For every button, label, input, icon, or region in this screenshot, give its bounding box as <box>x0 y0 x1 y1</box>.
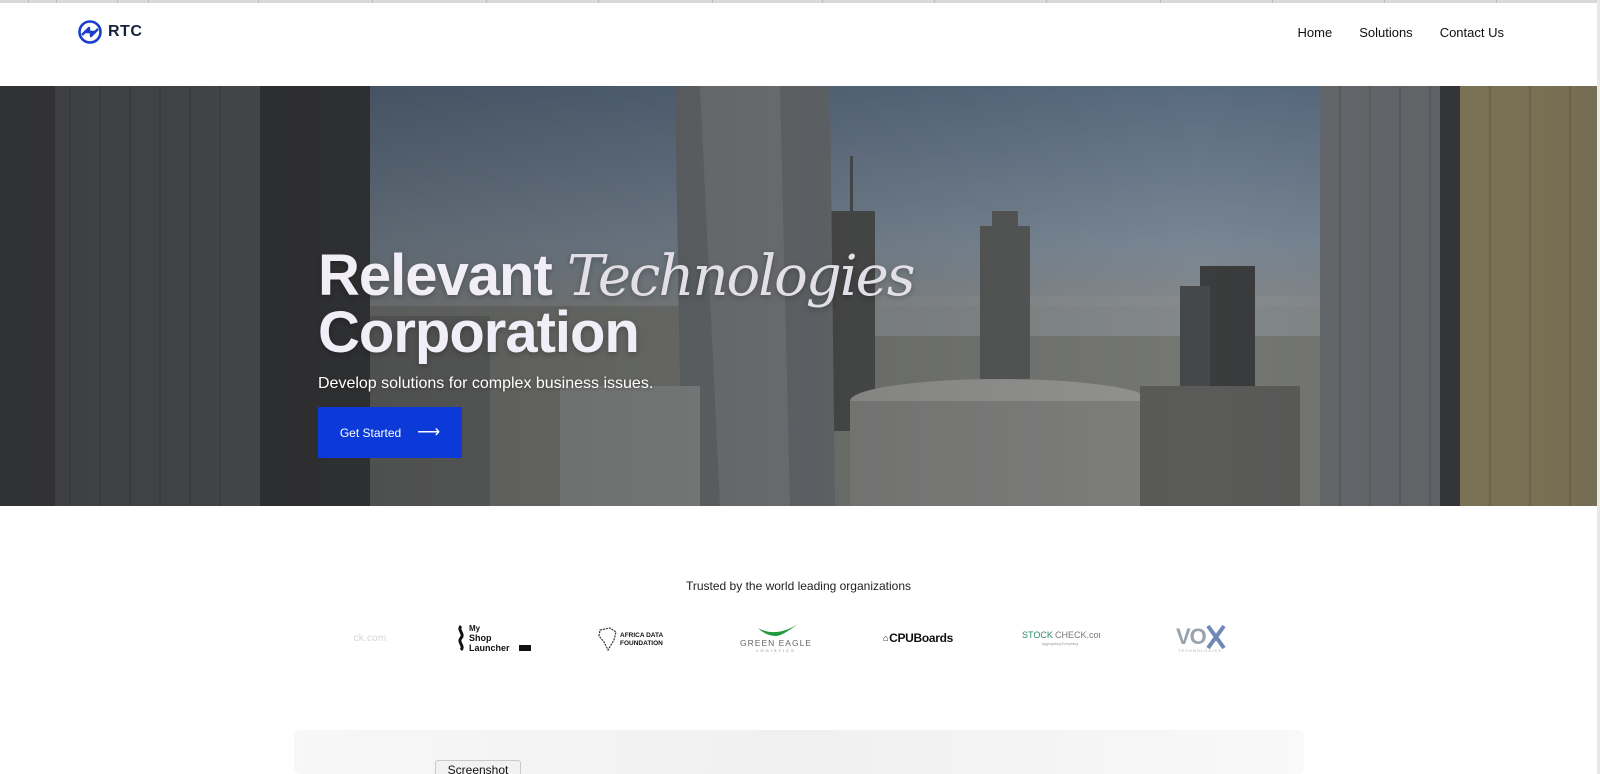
green-eagle-logo: GREEN EAGLE LOGISTICS <box>736 618 816 658</box>
svg-text:TECHNOLOGIES: TECHNOLOGIES <box>1178 648 1222 653</box>
screenshot-tab[interactable]: Screenshot <box>435 760 521 774</box>
nav-contact-us[interactable]: Contact Us <box>1440 25 1504 40</box>
cpuboards-logo: ⌂ CPUBoards <box>882 631 954 645</box>
cpu-icon: ⌂ <box>882 633 889 643</box>
get-started-button[interactable]: Get Started ⟶ <box>318 407 462 458</box>
svg-text:GREEN EAGLE: GREEN EAGLE <box>740 638 812 648</box>
brand-name: RTC <box>108 23 143 40</box>
rtc-logo-icon <box>78 20 102 44</box>
svg-text:LOGISTICS: LOGISTICS <box>756 648 795 653</box>
hero-title-corporation: Corporation <box>318 300 640 365</box>
hero-content: Relevant Technologies Corporation Develo… <box>318 247 916 458</box>
africa-data-foundation-logo: AFRICA DATA FOUNDATION <box>596 618 676 658</box>
svg-text:My: My <box>469 624 481 633</box>
svg-text:Shop: Shop <box>469 633 492 643</box>
hero-title: Relevant Technologies Corporation <box>318 247 916 362</box>
svg-text:STOCK: STOCK <box>1022 630 1053 640</box>
nav-home[interactable]: Home <box>1298 25 1333 40</box>
svg-text:VO: VO <box>1176 624 1207 649</box>
svg-text:Launcher: Launcher <box>469 643 510 653</box>
get-started-label: Get Started <box>339 425 402 440</box>
vox-technologies-logo: VO TECHNOLOGIES <box>1170 618 1230 658</box>
svg-text:Aggregating Everything: Aggregating Everything <box>1042 642 1078 646</box>
svg-text:AFRICA DATA: AFRICA DATA <box>620 632 664 639</box>
stockcheck-logo: STOCK CHECK.com Aggregating Everything <box>1020 618 1100 658</box>
brand-logo[interactable]: RTC <box>76 20 142 44</box>
main-nav: Home Solutions Contact Us <box>1298 25 1504 40</box>
hero-title-relevant: Relevant <box>318 243 553 308</box>
trusted-heading: Trusted by the world leading organizatio… <box>685 579 912 593</box>
svg-text:CHECK.com: CHECK.com <box>1055 630 1100 640</box>
myshop-launcher-logo: My Shop Launcher <box>455 618 535 658</box>
partner-logos: ck.com My Shop Launcher AFRICA DATA FOUN… <box>340 618 1240 658</box>
nav-solutions[interactable]: Solutions <box>1359 25 1412 40</box>
stockcheck-logo-faded: ck.com <box>353 632 387 644</box>
site-header: RTC Home Solutions Contact Us <box>0 3 1600 86</box>
hero-subtitle: Develop solutions for complex business i… <box>318 375 654 392</box>
arrow-right-icon: ⟶ <box>417 423 441 441</box>
svg-text:FOUNDATION: FOUNDATION <box>620 640 663 647</box>
hero-section: Relevant Technologies Corporation Develo… <box>0 86 1597 506</box>
